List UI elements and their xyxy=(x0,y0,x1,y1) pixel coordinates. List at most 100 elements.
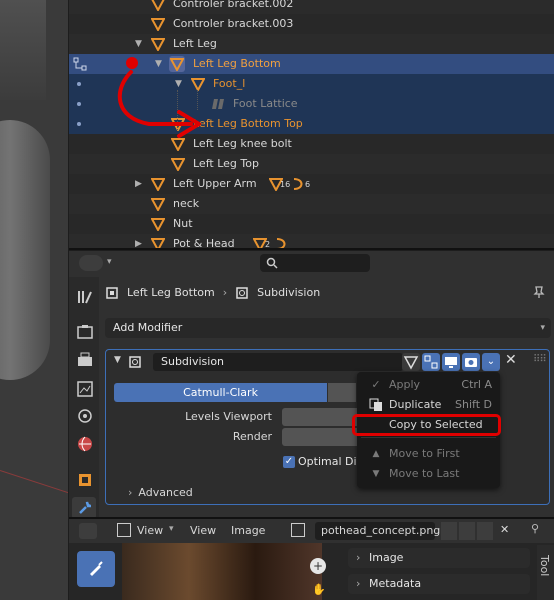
advanced-subpanel[interactable]: › Advanced xyxy=(128,486,193,499)
catmull-clark-button[interactable]: Catmull-Clark xyxy=(114,383,327,402)
drag-handle-icon[interactable]: ⠿⠿ xyxy=(533,354,547,365)
render-toggle[interactable] xyxy=(462,353,480,371)
advanced-label: Advanced xyxy=(138,486,193,499)
outliner-row[interactable]: Controler bracket.003 xyxy=(69,14,554,34)
expand-chevron-icon: › xyxy=(356,551,361,564)
outliner-row[interactable]: Controler bracket.002 xyxy=(69,0,554,14)
child-dot xyxy=(77,82,81,86)
child-count: 2 xyxy=(265,240,271,248)
add-modifier-dropdown[interactable]: Add Modifier ▾ xyxy=(105,318,551,338)
outliner-label: Controler bracket.003 xyxy=(173,17,294,30)
draw-tool-button[interactable] xyxy=(77,551,115,587)
mesh-triangle-icon xyxy=(151,18,165,31)
triangle-down-icon: ▼ xyxy=(372,469,380,479)
breadcrumb: Left Leg Bottom › Subdivision xyxy=(105,285,320,301)
outliner-row[interactable]: neck xyxy=(69,194,554,214)
render-levels-label: Render xyxy=(232,430,272,443)
mesh-triangle-icon xyxy=(151,198,165,211)
modifier-menu-chevron-icon[interactable]: ⌄ xyxy=(482,353,500,371)
collapse-chevron-icon[interactable]: ▼ xyxy=(114,355,121,365)
expand-chevron-icon[interactable]: ▶ xyxy=(135,234,142,248)
mesh-triangle-icon xyxy=(151,38,165,51)
outliner-row[interactable]: Left Leg Top xyxy=(69,154,554,174)
menu-item-duplicate[interactable]: Duplicate Shift D xyxy=(357,395,500,415)
chevron-down-icon[interactable]: ▾ xyxy=(169,524,174,534)
levels-viewport-field[interactable] xyxy=(282,408,360,426)
outliner-label: Left Leg xyxy=(173,37,217,50)
duplicate-icon xyxy=(369,398,382,411)
editor-type-icon[interactable] xyxy=(79,523,97,539)
view-menu[interactable]: View xyxy=(190,524,216,537)
tool-settings-icon[interactable] xyxy=(76,288,94,306)
optimal-display-label: Optimal Dis xyxy=(298,455,363,468)
world-icon[interactable] xyxy=(76,435,94,453)
child-dot xyxy=(77,122,81,126)
chevron-down-icon[interactable]: ▾ xyxy=(107,257,112,267)
red-highlight-box xyxy=(352,414,501,436)
editmode-toggle[interactable] xyxy=(422,353,440,371)
reference-image xyxy=(122,543,322,600)
subdivision-icon xyxy=(236,287,248,299)
pin-icon[interactable]: ⚲ xyxy=(531,522,539,535)
expand-chevron-icon[interactable]: ▼ xyxy=(135,34,142,54)
view-mode-icon[interactable] xyxy=(117,523,131,537)
tool-sidebar-tab[interactable]: Tool xyxy=(537,545,554,600)
view-layer-icon[interactable] xyxy=(76,380,94,398)
edit-cage-toggle[interactable] xyxy=(402,353,420,371)
menu-item-move-last[interactable]: ▼ Move to Last xyxy=(357,464,500,484)
view-mode-dropdown[interactable]: View xyxy=(137,524,163,537)
outliner-row[interactable]: ▼ Left Leg xyxy=(69,34,554,54)
output-icon[interactable] xyxy=(76,351,94,369)
menu-item-move-first[interactable]: ▲ Move to First xyxy=(357,444,500,464)
object-icon[interactable] xyxy=(76,471,94,489)
menu-item-apply[interactable]: ✓ Apply Ctrl A xyxy=(357,375,500,395)
viewport-toggle[interactable] xyxy=(442,353,460,371)
close-icon[interactable]: ✕ xyxy=(505,352,517,368)
modifier-count: 6 xyxy=(305,180,311,189)
open-image-icon[interactable] xyxy=(477,522,493,540)
editor-type-toggle-icon[interactable] xyxy=(79,255,103,271)
outliner-label: Pot & Head xyxy=(173,237,235,248)
menu-divider xyxy=(361,437,496,438)
outliner-row[interactable]: ▶ Left Upper Arm 16 6 xyxy=(69,174,554,194)
expand-chevron-icon[interactable]: ▶ xyxy=(135,174,142,194)
outliner-row[interactable]: ▶ Pot & Head 2 xyxy=(69,234,554,248)
metadata-subpanel[interactable]: › Metadata xyxy=(348,574,530,594)
checkmark-icon: ✓ xyxy=(371,378,381,391)
zoom-plus-icon[interactable]: + xyxy=(310,558,326,574)
outliner-label: Foot Lattice xyxy=(233,97,298,110)
image-name-field[interactable]: pothead_concept.png xyxy=(315,522,440,540)
image-subpanel[interactable]: › Image xyxy=(348,548,530,568)
render-icon[interactable] xyxy=(76,323,94,341)
breadcrumb-object: Left Leg Bottom xyxy=(127,286,215,299)
image-editor-header: View ▾ View Image pothead_concept.png ✕ … xyxy=(69,519,554,543)
fake-user-shield-icon[interactable] xyxy=(441,522,457,540)
search-icon xyxy=(266,257,278,269)
optimal-display-checkbox[interactable]: ✓ xyxy=(283,456,295,468)
properties-search-input[interactable] xyxy=(260,254,370,272)
monitor-icon xyxy=(445,357,457,368)
subdivision-icon xyxy=(129,356,141,368)
render-levels-field[interactable] xyxy=(282,428,360,446)
wrench-icon[interactable] xyxy=(76,499,94,517)
new-image-icon[interactable] xyxy=(459,522,475,540)
hand-pan-icon[interactable]: ✋ xyxy=(312,583,326,596)
image-menu[interactable]: Image xyxy=(231,524,265,537)
outliner-row[interactable]: Nut xyxy=(69,214,554,234)
modifier-hook-icon xyxy=(276,238,286,248)
outliner-label: Left Upper Arm xyxy=(173,177,257,190)
viewport-object xyxy=(0,0,46,100)
image-browse-icon[interactable] xyxy=(291,523,305,537)
pin-icon[interactable] xyxy=(532,285,546,299)
child-count: 16 xyxy=(280,180,291,189)
modifier-name-field[interactable]: Subdivision xyxy=(153,353,403,371)
scene-icon[interactable] xyxy=(76,407,94,425)
modifier-toggles: ⌄ xyxy=(402,353,500,371)
brush-icon xyxy=(90,561,103,576)
simple-button[interactable] xyxy=(328,383,356,402)
mesh-triangle-icon xyxy=(151,0,165,11)
viewport-3d-edge[interactable] xyxy=(0,0,68,600)
close-icon[interactable]: ✕ xyxy=(500,523,509,536)
x-axis-line xyxy=(0,470,68,499)
area-divider[interactable] xyxy=(69,248,554,250)
